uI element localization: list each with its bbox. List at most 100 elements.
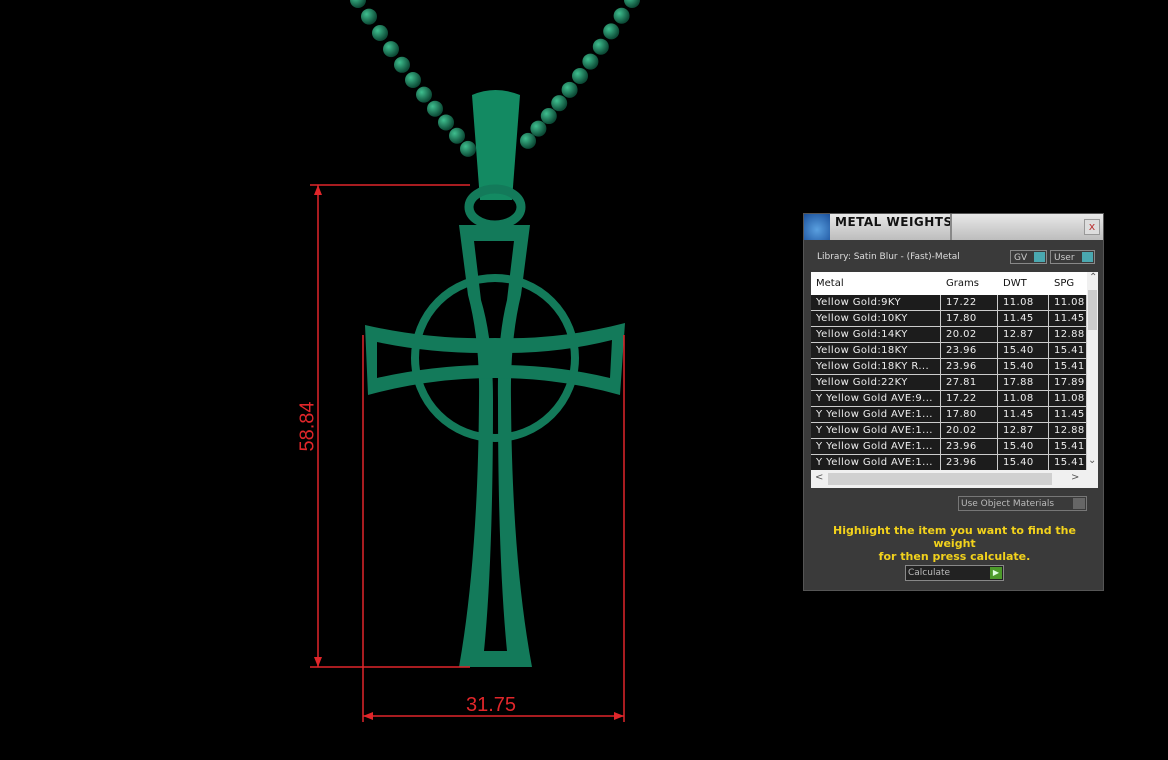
table-cell: 15.40	[998, 439, 1049, 454]
chain-bead	[438, 114, 454, 131]
table-row[interactable]: Y Yellow Gold AVE:1... 17.80 11.45 11.45	[811, 407, 1098, 423]
table-cell: 11.45	[1049, 311, 1087, 326]
chain-bead	[551, 95, 568, 112]
chain-bead	[361, 8, 377, 25]
pendant-model	[310, 0, 640, 722]
table-cell: Y Yellow Gold AVE:1...	[811, 455, 941, 470]
table-row[interactable]: Y Yellow Gold AVE:9... 17.22 11.08 11.08	[811, 391, 1098, 407]
metal-weights-table[interactable]: Metal Grams DWT SPG Yellow Gold:9KY 17.22…	[811, 272, 1098, 488]
metal-weights-panel: METAL WEIGHTS x Library: Satin Blur - (F…	[803, 213, 1104, 591]
table-cell: 11.45	[1049, 407, 1087, 422]
title-divider	[950, 214, 952, 240]
table-row[interactable]: Y Yellow Gold AVE:1... 23.96 15.40 15.41	[811, 439, 1098, 455]
table-header: Metal Grams DWT SPG	[811, 272, 1098, 295]
chain-bead	[561, 81, 578, 98]
table-cell: 17.80	[941, 311, 998, 326]
table-cell: 11.08	[998, 295, 1049, 310]
chain-bead	[350, 0, 366, 8]
chain-bead	[592, 38, 609, 55]
chain-bead	[582, 53, 599, 70]
library-label: Library: Satin Blur - (Fast)-Metal	[817, 252, 960, 262]
column-header[interactable]: DWT	[998, 276, 1049, 291]
cross-horizontal	[365, 323, 625, 395]
chain-bead	[530, 120, 547, 137]
scroll-right-icon[interactable]: >	[1071, 472, 1079, 483]
table-cell: 11.45	[998, 407, 1049, 422]
height-dimension-label: 58.84	[296, 401, 319, 452]
chain-bead	[416, 86, 432, 103]
table-cell: Y Yellow Gold AVE:1...	[811, 439, 941, 454]
table-row[interactable]: Yellow Gold:14KY 20.02 12.87 12.88	[811, 327, 1098, 343]
use-object-materials-toggle[interactable]: Use Object Materials	[958, 496, 1087, 511]
column-header[interactable]: SPG	[1049, 276, 1087, 291]
table-cell: 20.02	[941, 423, 998, 438]
chain-bead	[603, 23, 620, 40]
table-cell: 15.40	[998, 343, 1049, 358]
table-cell: Yellow Gold:9KY	[811, 295, 941, 310]
chain-bead	[572, 67, 588, 84]
table-cell: 27.81	[941, 375, 998, 390]
table-cell: 20.02	[941, 327, 998, 342]
panel-titlebar[interactable]: METAL WEIGHTS x	[804, 214, 1103, 240]
column-header[interactable]: Metal	[811, 276, 941, 291]
table-cell: 15.41	[1049, 455, 1087, 470]
calculate-label: Calculate	[908, 568, 951, 578]
table-row[interactable]: Yellow Gold:9KY 17.22 11.08 11.08	[811, 295, 1098, 311]
vertical-scrollbar[interactable]: ⌃ ⌄	[1087, 272, 1098, 470]
horizontal-scrollbar[interactable]: < >	[811, 470, 1098, 488]
use-object-materials-label: Use Object Materials	[961, 499, 1055, 509]
chain-bead	[383, 41, 399, 58]
panel-title: METAL WEIGHTS	[835, 215, 953, 229]
table-row[interactable]: Yellow Gold:10KY 17.80 11.45 11.45	[811, 311, 1098, 327]
table-row[interactable]: Yellow Gold:22KY 27.81 17.88 17.89	[811, 375, 1098, 391]
table-cell: Yellow Gold:18KY	[811, 343, 941, 358]
instruction-line: for then press calculate.	[878, 550, 1031, 563]
instruction-text: Highlight the item you want to find the …	[814, 524, 1095, 563]
instruction-line: Highlight the item you want to find the …	[833, 524, 1076, 550]
table-cell: 15.40	[998, 455, 1049, 470]
table-cell: 23.96	[941, 439, 998, 454]
chain-bead	[520, 132, 536, 149]
table-cell: Yellow Gold:18KY R...	[811, 359, 941, 374]
table-cell: 17.88	[998, 375, 1049, 390]
column-header[interactable]: Grams	[941, 276, 998, 291]
chain-bead	[394, 56, 410, 73]
table-row[interactable]: Yellow Gold:18KY R... 23.96 15.40 15.41	[811, 359, 1098, 375]
table-cell: 17.22	[941, 295, 998, 310]
table-cell: 12.88	[1049, 327, 1087, 342]
table-row[interactable]: Y Yellow Gold AVE:1... 20.02 12.87 12.88	[811, 423, 1098, 439]
table-row[interactable]: Yellow Gold:18KY 23.96 15.40 15.41	[811, 343, 1098, 359]
close-button[interactable]: x	[1084, 219, 1100, 235]
calculate-button[interactable]: Calculate ▶	[905, 565, 1004, 581]
user-toggle[interactable]: User	[1050, 250, 1095, 264]
chain-bead	[405, 71, 421, 88]
table-cell: 15.40	[998, 359, 1049, 374]
width-dimension-label: 31.75	[466, 694, 517, 716]
table-cell: 12.88	[1049, 423, 1087, 438]
table-cell: 15.41	[1049, 359, 1087, 374]
table-cell: Y Yellow Gold AVE:1...	[811, 423, 941, 438]
table-cell: Yellow Gold:22KY	[811, 375, 941, 390]
play-icon: ▶	[990, 567, 1002, 579]
chain-bead	[449, 127, 465, 144]
gv-toggle[interactable]: GV	[1010, 250, 1047, 264]
chain-bead	[372, 24, 388, 41]
app-logo-icon	[804, 214, 830, 240]
user-toggle-label: User	[1054, 253, 1075, 263]
table-cell: 15.41	[1049, 439, 1087, 454]
table-cell: Y Yellow Gold AVE:1...	[811, 407, 941, 422]
table-cell: Yellow Gold:10KY	[811, 311, 941, 326]
bail	[472, 90, 520, 200]
3d-viewport[interactable]: 58.84 31.75	[0, 0, 800, 756]
scroll-left-icon[interactable]: <	[815, 472, 823, 483]
scroll-up-icon[interactable]: ⌃	[1089, 272, 1097, 283]
table-cell: 23.96	[941, 359, 998, 374]
scroll-down-icon[interactable]: ⌄	[1088, 455, 1096, 466]
table-cell: Yellow Gold:14KY	[811, 327, 941, 342]
table-cell: 23.96	[941, 455, 998, 470]
table-cell: 15.41	[1049, 343, 1087, 358]
table-row[interactable]: Y Yellow Gold AVE:1... 23.96 15.40 15.41	[811, 455, 1098, 471]
table-cell: 12.87	[998, 423, 1049, 438]
table-cell: 11.08	[998, 391, 1049, 406]
chain-bead	[540, 108, 557, 125]
